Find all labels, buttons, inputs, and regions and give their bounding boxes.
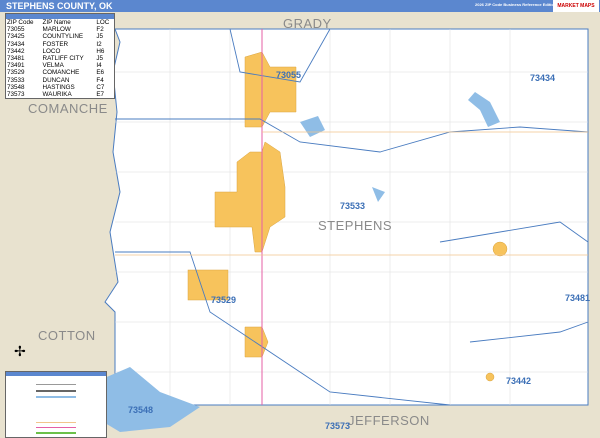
index-cell: HASTINGS (42, 83, 75, 91)
index-cell: 73573 (7, 91, 25, 99)
index-cell: 73529 (7, 69, 25, 77)
index-row: 73548 HASTINGS C7 (6, 84, 114, 91)
county-area (104, 28, 589, 406)
zip-label: 73481 (565, 293, 591, 303)
index-cell: 73055 (7, 26, 25, 34)
legend-swatch (36, 432, 76, 434)
map-title: STEPHENS COUNTY, OK (6, 1, 113, 11)
region-label-jefferson: JEFFERSON (348, 413, 430, 428)
col-name: ZIP Name (42, 19, 71, 26)
col-loc: LOC (96, 19, 110, 26)
index-cell: WAURIKA (42, 91, 72, 99)
legend-swatch (36, 390, 76, 392)
map-legend (5, 371, 107, 438)
legend-swatch (36, 384, 76, 385)
index-cell: 73491 (7, 62, 25, 70)
region-label-grady: GRADY (283, 16, 332, 31)
header-bar: STEPHENS COUNTY, OK 2026 ZIP Code Busine… (0, 0, 600, 12)
index-row: 73434 FOSTER I2 (6, 41, 114, 48)
index-cell: 73434 (7, 40, 25, 48)
index-header-row: ZIP Code ZIP Name LOC (6, 19, 114, 26)
compass-rose-icon: ✢ (14, 343, 26, 359)
index-row: 73442 LOCO H6 (6, 48, 114, 55)
zip-label: 73434 (530, 73, 556, 83)
zip-label: 73529 (211, 295, 237, 305)
index-cell: J5 (96, 33, 103, 41)
index-cell: C7 (96, 83, 105, 91)
index-cell: COUNTYLINE (42, 33, 84, 41)
index-row: 73055 MARLOW F2 (6, 26, 114, 33)
index-cell: MARLOW (42, 26, 71, 34)
zip-label: 73442 (506, 376, 532, 386)
edition-label: 2026 ZIP Code Business Reference Edition (475, 2, 557, 7)
zip-label: 73533 (340, 201, 366, 211)
zip-index-table: ZIP Code ZIP Name LOC 73055 MARLOW F2 73425… (5, 13, 115, 100)
publisher-logo: MARKET MAPS (553, 0, 599, 12)
city-velma (492, 241, 508, 257)
county-label-stephens: STEPHENS (318, 218, 393, 233)
index-cell: I2 (96, 40, 102, 48)
index-cell: J5 (96, 55, 103, 63)
index-cell: FOSTER (42, 40, 69, 48)
index-row: 73573 WAURIKA E7 (6, 91, 114, 98)
index-cell: 73442 (7, 47, 25, 55)
index-cell: 73533 (7, 76, 25, 84)
legend-swatch (36, 422, 76, 423)
index-cell: F2 (96, 26, 104, 34)
index-cell: E7 (96, 91, 105, 99)
city-loco (485, 372, 495, 382)
index-cell: E6 (96, 69, 105, 77)
index-cell: F4 (96, 76, 104, 84)
index-cell: I4 (96, 62, 102, 70)
region-label-comanche: COMANCHE (28, 101, 108, 116)
col-zip: ZIP Code (7, 19, 34, 26)
zip-label: 73055 (276, 70, 302, 80)
index-cell: LOCO (42, 47, 61, 55)
legend-header-bar (6, 372, 106, 376)
index-cell: DUNCAN (42, 76, 70, 84)
index-row: 73481 RATLIFF CITY J5 (6, 55, 114, 62)
index-cell: 73548 (7, 83, 25, 91)
legend-swatch (36, 427, 76, 428)
index-cell: 73481 (7, 55, 25, 63)
index-cell: RATLIFF CITY (42, 55, 84, 63)
index-cell: COMANCHE (42, 69, 80, 77)
legend-swatch (36, 396, 76, 398)
index-cell: VELMA (42, 62, 64, 70)
index-row: 73533 DUNCAN F4 (6, 77, 114, 84)
zip-label: 73573 (325, 421, 351, 431)
index-cell: 73425 (7, 33, 25, 41)
index-row: 73529 COMANCHE E6 (6, 69, 114, 76)
index-row: 73491 VELMA I4 (6, 62, 114, 69)
index-row: 73425 COUNTYLINE J5 (6, 33, 114, 40)
index-cell: H6 (96, 47, 105, 55)
zip-label: 73548 (128, 405, 154, 415)
region-label-cotton: COTTON (38, 328, 96, 343)
